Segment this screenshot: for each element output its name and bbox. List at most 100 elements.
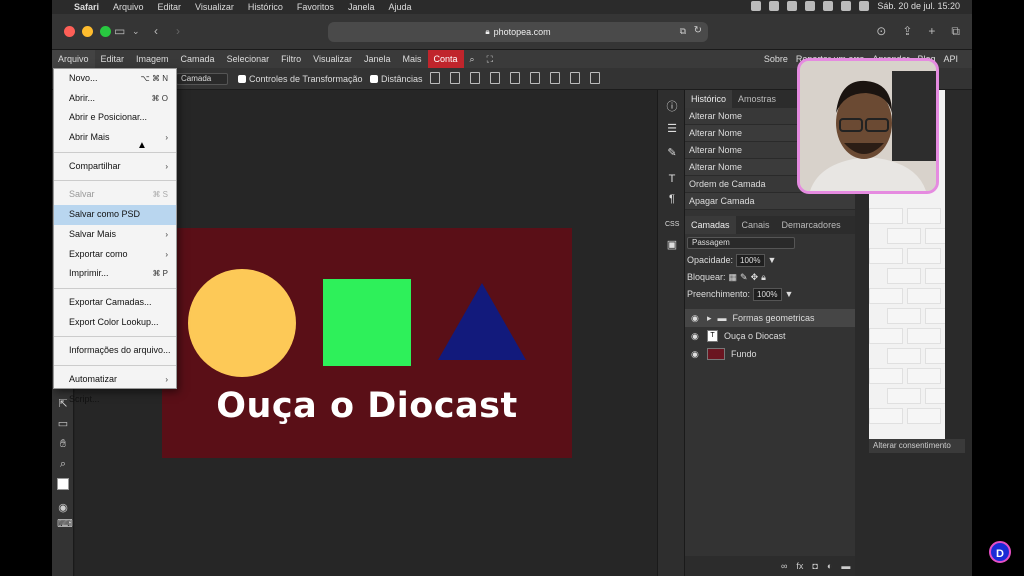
lock-all-icon[interactable]: 🔒︎ (761, 269, 766, 286)
menu-item[interactable]: Novo... ⌥ ⌘ N (54, 69, 176, 89)
menubar-item-janela[interactable]: Janela (348, 2, 375, 12)
menu-api[interactable]: API (939, 50, 962, 68)
back-icon[interactable]: ‹ (154, 24, 158, 38)
address-bar[interactable]: 🔒︎ photopea.com ⧉ ↻ (328, 22, 708, 42)
opacity-input[interactable]: 100% (736, 254, 765, 267)
menu-selecionar[interactable]: Selecionar (221, 50, 276, 68)
menubar-item-editar[interactable]: Editar (158, 2, 182, 12)
eye-icon[interactable]: ◉ (691, 331, 701, 342)
tab-amostras[interactable]: Amostras (732, 90, 782, 108)
menu-sobre[interactable]: Sobre (760, 50, 792, 68)
folder-expand-icon[interactable]: ▸ (707, 313, 712, 324)
image-icon[interactable]: ▣ (665, 238, 679, 252)
blue-triangle-shape[interactable] (438, 283, 526, 360)
menu-item[interactable]: Salvar ⌘ S (54, 185, 176, 205)
zoom-window-button[interactable] (100, 26, 111, 37)
transform-controls-checkbox[interactable]: Controles de Transformação (238, 74, 363, 84)
fill-input[interactable]: 100% (753, 288, 782, 301)
menu-janela[interactable]: Janela (358, 50, 397, 68)
align-middle-icon[interactable] (470, 72, 480, 84)
menu-item[interactable]: Exportar como › (54, 245, 176, 265)
properties-icon[interactable]: ☰ (665, 122, 679, 136)
new-tab-icon[interactable]: + (928, 24, 935, 39)
menu-item[interactable]: Automatizar › (54, 370, 176, 390)
paragraph-icon[interactable]: ¶ (665, 192, 679, 206)
menu-item[interactable]: Salvar como PSD (54, 205, 176, 225)
menu-arquivo[interactable]: Arquivo (52, 50, 95, 68)
chevron-down-icon[interactable]: ⌄ (132, 26, 140, 37)
zoom-tool-icon[interactable]: ⌕ (57, 458, 69, 470)
menu-item[interactable]: Abrir e Posicionar... (54, 108, 176, 128)
brush-icon[interactable]: ✎ (665, 146, 679, 160)
tab-demarcadores[interactable]: Demarcadores (776, 216, 847, 234)
wifi-icon[interactable] (841, 1, 852, 11)
menu-editar[interactable]: Editar (95, 50, 131, 68)
distribute-h-icon[interactable] (590, 72, 600, 84)
consent-button[interactable]: Alterar consentimento (869, 439, 965, 453)
menubar-item-visualizar[interactable]: Visualizar (195, 2, 234, 12)
lock-pixels-icon[interactable]: ▦ (729, 269, 738, 286)
menu-item[interactable]: Exportar Camadas... (54, 293, 176, 313)
share-icon[interactable]: ⇪ (902, 24, 912, 39)
align-left-icon[interactable] (530, 72, 540, 84)
status-icon[interactable] (787, 1, 798, 11)
menu-camada[interactable]: Camada (175, 50, 221, 68)
close-window-button[interactable] (64, 26, 75, 37)
align-right-icon[interactable] (570, 72, 580, 84)
menu-filtro[interactable]: Filtro (275, 50, 307, 68)
green-square-shape[interactable] (323, 279, 411, 366)
search-icon[interactable] (859, 1, 870, 11)
hand-tool-icon[interactable]: ✋︎ (57, 438, 69, 450)
screen-mode-icon[interactable]: ⌨︎ (57, 518, 73, 530)
eye-icon[interactable]: ◉ (691, 349, 701, 360)
menu-item[interactable]: Compartilhar › (54, 157, 176, 177)
reload-icon[interactable]: ↻ (694, 25, 702, 36)
mask-icon[interactable]: ◘ (812, 561, 817, 571)
checkbox-box[interactable] (370, 75, 378, 83)
menubar-app[interactable]: Safari (74, 2, 99, 12)
rectangle-tool-icon[interactable]: ▭ (57, 418, 69, 430)
menubar-item-arquivo[interactable]: Arquivo (113, 2, 144, 12)
forward-icon[interactable]: › (176, 24, 180, 38)
info-icon[interactable]: ⓘ (665, 100, 679, 114)
align-center-icon[interactable] (550, 72, 560, 84)
tab-canais[interactable]: Canais (736, 216, 776, 234)
tab-camadas[interactable]: Camadas (685, 216, 736, 234)
status-icon[interactable] (751, 1, 762, 11)
fullscreen-icon[interactable]: ⛶ (481, 50, 499, 68)
menu-visualizar[interactable]: Visualizar (307, 50, 358, 68)
sidebar-icon[interactable]: ▭ (114, 24, 125, 38)
yellow-circle-shape[interactable] (188, 269, 296, 377)
menubar-item-favoritos[interactable]: Favoritos (297, 2, 334, 12)
character-icon[interactable]: T (665, 172, 679, 186)
menu-item[interactable]: Salvar Mais › (54, 225, 176, 245)
menu-mais[interactable]: Mais (397, 50, 428, 68)
history-row[interactable]: Apagar Camada (685, 193, 855, 210)
adjustment-icon[interactable]: ◐ (827, 561, 832, 571)
layer-row[interactable]: ◉ Fundo (685, 345, 855, 363)
align-bottom-icon[interactable] (490, 72, 500, 84)
canvas-title-text[interactable]: Ouça o Diocast (162, 386, 572, 426)
status-icon[interactable] (769, 1, 780, 11)
menubar-datetime[interactable]: Sáb. 20 de jul. 15:20 (877, 1, 960, 11)
translate-icon[interactable]: ⧉ (680, 26, 686, 37)
tabs-overview-icon[interactable]: ⧉ (951, 24, 960, 39)
menubar-item-ajuda[interactable]: Ajuda (388, 2, 411, 12)
css-icon[interactable]: CSS (665, 218, 679, 232)
search-icon[interactable]: ⌕ (464, 50, 481, 68)
link-icon[interactable]: ∞ (781, 561, 787, 571)
quick-mask-icon[interactable]: ◉ (57, 502, 69, 514)
menu-item[interactable]: Abrir... ⌘ O (54, 89, 176, 109)
document-canvas[interactable]: Ouça o Diocast (162, 228, 572, 458)
distribute-icon[interactable] (510, 72, 520, 84)
battery-icon[interactable] (823, 1, 834, 11)
chevron-down-icon[interactable]: ▼ (768, 252, 777, 269)
checkbox-box[interactable] (238, 75, 246, 83)
menu-item[interactable]: Abrir Mais › (54, 128, 176, 148)
menu-conta[interactable]: Conta (427, 50, 464, 68)
menu-item[interactable]: Informações do arquivo... (54, 341, 176, 361)
effects-icon[interactable]: fx (796, 561, 803, 571)
align-top-icon[interactable] (450, 72, 460, 84)
eye-icon[interactable]: ◉ (691, 313, 701, 324)
menu-imagem[interactable]: Imagem (130, 50, 175, 68)
